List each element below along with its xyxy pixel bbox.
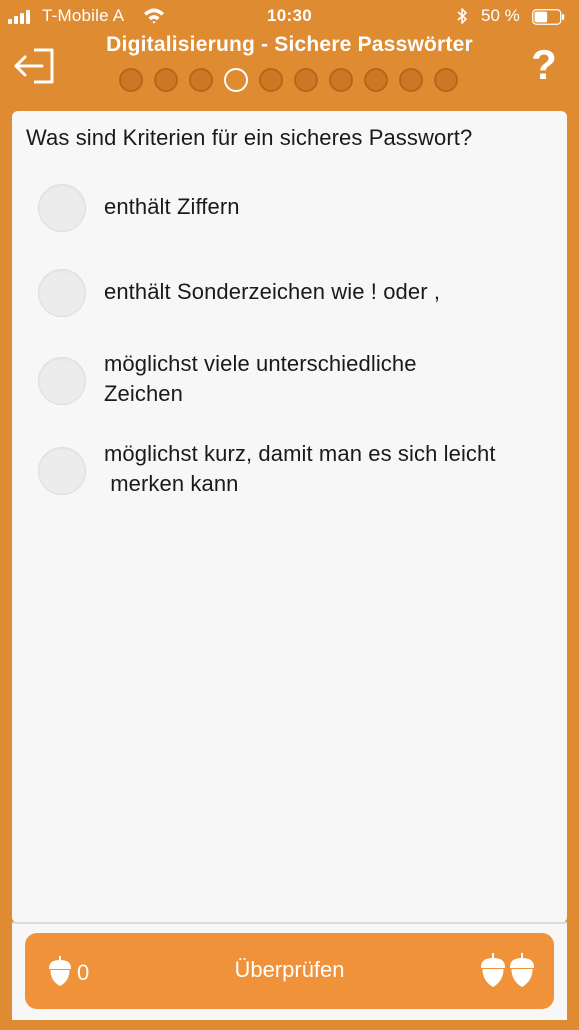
app-screen: T-Mobile A 10:30 50 % Digitalisierung - … (0, 0, 579, 1030)
question-card: Was sind Kriterien für ein sicheres Pass… (12, 111, 567, 923)
answer-option-3[interactable]: möglichst viele unterschiedliche Zeichen (38, 351, 558, 425)
progress-dot (259, 68, 283, 92)
radio-button[interactable] (38, 357, 86, 405)
radio-button[interactable] (38, 269, 86, 317)
exit-icon (14, 48, 54, 84)
question-text: Was sind Kriterien für ein sicheres Pass… (26, 125, 473, 150)
battery-icon (532, 9, 565, 25)
answer-label: enthält Ziffern (104, 194, 240, 219)
status-bar: T-Mobile A 10:30 50 % (0, 0, 579, 34)
answer-option-1[interactable]: enthält Ziffern (38, 184, 558, 236)
exit-button[interactable] (14, 44, 56, 86)
answer-option-4[interactable]: möglichst kurz, damit man es sich leicht… (38, 441, 558, 515)
radio-button[interactable] (38, 447, 86, 495)
page-title: Digitalisierung - Sichere Passwörter (106, 33, 473, 56)
progress-dot (364, 68, 388, 92)
progress-dot (434, 68, 458, 92)
progress-dot (294, 68, 318, 92)
progress-dot-current (224, 68, 248, 92)
check-answer-button[interactable]: 0 Überprüfen (25, 933, 554, 1009)
progress-dot (119, 68, 143, 92)
battery-percent: 50 % (481, 6, 520, 25)
answer-label: möglichst kurz, damit man es sich leicht… (104, 441, 496, 496)
answer-option-2[interactable]: enthält Sonderzeichen wie ! oder , (38, 269, 558, 321)
progress-dot (189, 68, 213, 92)
help-button[interactable]: ? (526, 42, 562, 88)
progress-dot (154, 68, 178, 92)
bluetooth-icon (457, 8, 467, 24)
radio-button[interactable] (38, 184, 86, 232)
answer-label: möglichst viele unterschiedliche Zeichen (104, 351, 417, 406)
answer-label: enthält Sonderzeichen wie ! oder , (104, 279, 441, 304)
progress-dot (399, 68, 423, 92)
check-button-label: Überprüfen (234, 957, 345, 982)
progress-indicator (119, 68, 469, 96)
progress-dot (329, 68, 353, 92)
acorns-icon (481, 953, 534, 987)
